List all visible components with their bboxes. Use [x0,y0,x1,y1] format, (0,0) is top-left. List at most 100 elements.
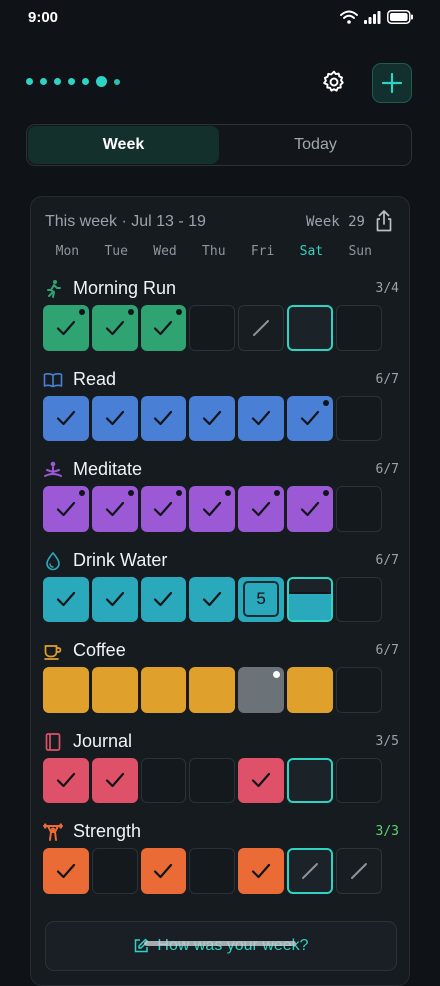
note-dot [78,490,85,496]
home-indicator [144,941,296,946]
weightlifter-icon [43,823,63,841]
habit-morning-run: Morning Run 3/4 [43,277,399,351]
page-dot [114,78,120,85]
day-cell-tue[interactable] [91,305,138,351]
check-icon [56,592,75,607]
day-cell-sat[interactable] [286,486,333,532]
share-button[interactable] [373,209,395,233]
skip-slash-icon [301,862,318,879]
day-cell-sat[interactable] [286,305,333,351]
day-cell-wed[interactable] [140,486,187,532]
day-cell-fri[interactable] [238,757,284,804]
day-cell-sat[interactable] [286,757,333,804]
habit-cells [43,757,382,804]
tab-today[interactable]: Today [220,125,411,165]
skip-slash-icon [350,862,367,879]
day-cell-tue[interactable] [91,576,138,623]
note-dot [272,671,280,678]
day-cell-fri[interactable] [238,667,284,713]
day-cell-thu[interactable] [189,395,236,442]
day-cell-mon[interactable] [43,305,89,351]
day-cell-tue[interactable] [91,757,138,804]
wifi-icon [340,10,358,24]
day-cell-sun[interactable] [335,486,382,532]
day-cell-sun[interactable] [335,576,382,623]
day-cell-wed[interactable] [140,757,187,804]
gear-icon [323,70,344,92]
habit-name: Read [73,368,117,389]
day-cell-wed[interactable] [140,305,187,351]
day-cell-thu[interactable] [189,667,236,713]
share-icon [376,210,392,232]
habit-name: Strength [73,821,142,841]
check-icon [251,501,271,516]
note-dot [225,490,232,496]
week-number: Week 29 [305,214,365,230]
day-cell-mon[interactable] [43,667,89,713]
day-label-thu: Thu [202,244,226,259]
habit-count: 6/7 [375,643,399,658]
weekly-reflection-button[interactable]: How was your week? [45,921,397,971]
skip-slash-icon [253,319,270,336]
day-cell-fri[interactable] [238,305,284,351]
habit-count: 3/4 [375,281,399,296]
day-cell-sat[interactable] [286,667,333,713]
day-cell-sun[interactable] [335,305,382,351]
settings-button[interactable] [316,64,352,100]
day-cell-sat[interactable] [286,576,333,623]
add-habit-button[interactable] [372,63,412,103]
check-icon [251,773,271,788]
day-cell-thu[interactable] [189,848,236,894]
day-cell-wed[interactable] [140,848,187,894]
habit-name: Meditate [73,459,143,479]
day-cell-mon[interactable] [43,848,89,894]
day-cell-tue[interactable] [91,848,138,894]
habit-journal: Journal 3/5 [43,730,399,804]
note-dot [78,309,85,315]
habit-name: Morning Run [73,278,177,298]
day-cell-thu[interactable] [189,576,236,623]
page-indicator[interactable] [26,76,120,87]
day-cell-sun[interactable] [335,667,382,713]
day-cell-tue[interactable] [91,486,138,532]
habit-meditate: Meditate 6/7 [43,458,399,532]
day-label-sat: Sat [299,244,324,259]
book-icon [43,372,63,387]
day-label-mon: Mon [55,244,80,259]
day-cell-mon[interactable] [43,757,89,804]
day-cell-thu[interactable] [189,757,236,804]
day-cell-mon[interactable] [43,576,89,623]
day-cell-sun[interactable] [335,395,382,442]
day-cell-fri[interactable]: 5 [238,576,284,623]
day-cell-sun[interactable] [335,757,382,804]
day-cell-fri[interactable] [238,848,284,894]
day-label-fri: Fri [250,244,275,259]
tab-week[interactable]: Week [28,126,219,164]
meditation-icon [44,461,62,477]
day-cell-tue[interactable] [91,395,138,442]
habit-cells [43,305,382,351]
day-cell-wed[interactable] [140,576,187,623]
battery-icon [387,10,413,24]
check-icon [105,411,124,426]
day-cell-fri[interactable] [238,486,284,532]
day-cell-thu[interactable] [189,486,236,532]
status-bar: 9:00 [0,0,440,36]
plus-icon [381,72,403,94]
day-cell-thu[interactable] [189,305,236,351]
view-switcher: Week Today [26,124,412,166]
day-cell-sat[interactable] [286,848,333,894]
check-icon [105,320,124,335]
day-cell-fri[interactable] [238,395,284,442]
habit-drink-water: Drink Water 6/7 5 [43,549,399,623]
check-icon [154,411,173,426]
day-cell-mon[interactable] [43,395,89,442]
day-cell-wed[interactable] [140,395,187,442]
day-cell-wed[interactable] [140,667,187,713]
week-header: This week · Jul 13 - 19 Week 29 [45,210,395,235]
day-cell-sat[interactable] [286,395,333,442]
habit-name: Coffee [73,640,126,660]
day-cell-mon[interactable] [43,486,89,532]
day-cell-tue[interactable] [91,667,138,713]
day-cell-sun[interactable] [335,848,382,894]
